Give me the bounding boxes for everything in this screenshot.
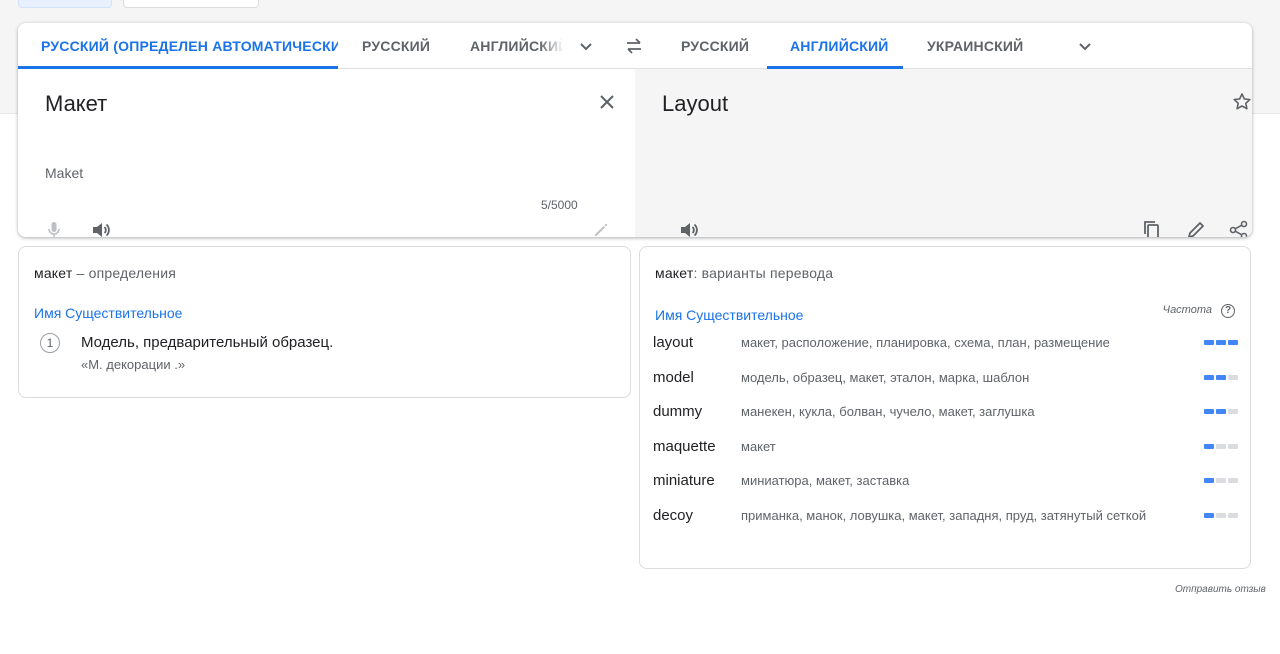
- definition-example: «М. декорации .»: [81, 357, 186, 372]
- mode-button-text[interactable]: [18, 0, 112, 8]
- chevron-down-icon[interactable]: [1073, 34, 1097, 58]
- translator-card: РУССКИЙ (ОПРЕДЕЛЕН АВТОМАТИЧЕСКИ) РУССКИ…: [18, 23, 1252, 237]
- translations-heading-suffix: : варианты перевода: [693, 265, 834, 281]
- frequency-bars: [1204, 340, 1238, 345]
- definition-number: 1: [40, 333, 60, 353]
- translation-word[interactable]: layout: [653, 334, 693, 351]
- speaker-icon[interactable]: [677, 218, 701, 237]
- frequency-bar-segment: [1216, 409, 1226, 414]
- translation-word[interactable]: maquette: [653, 438, 716, 455]
- translation-row[interactable]: layout макет, расположение, планировка, …: [653, 334, 1238, 364]
- star-icon[interactable]: [1230, 90, 1252, 114]
- mode-button-documents[interactable]: [123, 0, 259, 8]
- definitions-heading-suffix: – определения: [72, 265, 177, 281]
- definitions-heading: макет – определения: [34, 265, 176, 281]
- source-input[interactable]: Макет: [45, 91, 107, 117]
- translation-synonyms: модель, образец, макет, эталон, марка, ш…: [741, 370, 1030, 385]
- frequency-bar-segment: [1204, 513, 1214, 518]
- translation-synonyms: макет, расположение, планировка, схема, …: [741, 335, 1110, 350]
- tab-source-detect[interactable]: РУССКИЙ (ОПРЕДЕЛЕН АВТОМАТИЧЕСКИ): [18, 23, 338, 69]
- mic-icon[interactable]: [42, 218, 66, 237]
- speaker-icon[interactable]: [89, 218, 113, 237]
- translations-word: макет: [655, 265, 694, 281]
- translation-synonyms: макет: [741, 439, 776, 454]
- frequency-bar-segment: [1204, 409, 1214, 414]
- frequency-bars: [1204, 444, 1238, 449]
- source-transliteration: Maket: [45, 165, 84, 181]
- help-icon[interactable]: ?: [1221, 304, 1235, 318]
- tab-fade: [540, 29, 564, 63]
- frequency-label: Частота: [1162, 304, 1212, 316]
- translation-word[interactable]: dummy: [653, 403, 702, 420]
- frequency-bars: [1204, 409, 1238, 414]
- frequency-bar-segment: [1228, 478, 1238, 483]
- source-panel: Макет Maket 5/5000: [18, 69, 635, 237]
- definitions-panel: макет – определения Имя Существительное …: [18, 246, 631, 398]
- translations-part-of-speech: Имя Существительное: [655, 307, 804, 323]
- frequency-bar-segment: [1204, 478, 1214, 483]
- copy-icon[interactable]: [1140, 218, 1164, 237]
- definitions-part-of-speech: Имя Существительное: [34, 305, 183, 321]
- translation-word[interactable]: miniature: [653, 472, 715, 489]
- frequency-bar-segment: [1216, 513, 1226, 518]
- target-panel: Layout: [635, 69, 1252, 237]
- frequency-bars: [1204, 478, 1238, 483]
- close-icon[interactable]: [595, 90, 619, 114]
- share-icon[interactable]: [1227, 218, 1251, 237]
- frequency-bar-segment: [1228, 340, 1238, 345]
- translation-word[interactable]: decoy: [653, 507, 693, 524]
- pencil-icon[interactable]: [1184, 218, 1208, 237]
- frequency-bar-segment: [1228, 513, 1238, 518]
- translation-row[interactable]: model модель, образец, макет, эталон, ма…: [653, 369, 1238, 399]
- frequency-bars: [1204, 513, 1238, 518]
- frequency-bar-segment: [1228, 444, 1238, 449]
- definition-text: Модель, предварительный образец.: [81, 334, 334, 351]
- translation-row[interactable]: dummy манекен, кукла, болван, чучело, ма…: [653, 403, 1238, 433]
- translation-synonyms: приманка, манок, ловушка, макет, западня…: [741, 508, 1147, 523]
- frequency-bar-segment: [1216, 340, 1226, 345]
- translations-panel: макет: варианты перевода Имя Существител…: [639, 246, 1251, 569]
- translation-synonyms: миниатюра, макет, заставка: [741, 473, 910, 488]
- translation-row[interactable]: decoy приманка, манок, ловушка, макет, з…: [653, 507, 1238, 537]
- frequency-bar-segment: [1204, 340, 1214, 345]
- tab-source-russian[interactable]: РУССКИЙ: [362, 23, 430, 69]
- frequency-bar-segment: [1216, 375, 1226, 380]
- chevron-down-icon[interactable]: [574, 34, 598, 58]
- frequency-bar-segment: [1228, 375, 1238, 380]
- language-tabs: РУССКИЙ (ОПРЕДЕЛЕН АВТОМАТИЧЕСКИ) РУССКИ…: [18, 23, 1252, 69]
- swap-icon[interactable]: [622, 34, 646, 58]
- tab-target-english[interactable]: АНГЛИЙСКИЙ: [767, 23, 903, 69]
- translation-synonyms: манекен, кукла, болван, чучело, макет, з…: [741, 404, 1035, 419]
- frequency-bar-segment: [1228, 409, 1238, 414]
- frequency-bar-segment: [1216, 444, 1226, 449]
- send-feedback-link[interactable]: Отправить отзыв: [1175, 584, 1266, 595]
- char-counter: 5/5000: [541, 198, 578, 212]
- tab-target-russian[interactable]: РУССКИЙ: [681, 23, 749, 69]
- frequency-bar-segment: [1216, 478, 1226, 483]
- frequency-bar-segment: [1204, 444, 1214, 449]
- frequency-bars: [1204, 375, 1238, 380]
- translations-heading: макет: варианты перевода: [655, 265, 833, 281]
- translation-row[interactable]: maquette макет: [653, 438, 1238, 468]
- pencil-icon[interactable]: [589, 217, 613, 237]
- translation-row[interactable]: miniature миниатюра, макет, заставка: [653, 472, 1238, 502]
- definitions-word: макет: [34, 265, 73, 281]
- translation-output: Layout: [662, 91, 729, 116]
- frequency-bar-segment: [1204, 375, 1214, 380]
- translation-word[interactable]: model: [653, 369, 694, 386]
- tab-target-ukrainian[interactable]: УКРАИНСКИЙ: [927, 23, 1023, 69]
